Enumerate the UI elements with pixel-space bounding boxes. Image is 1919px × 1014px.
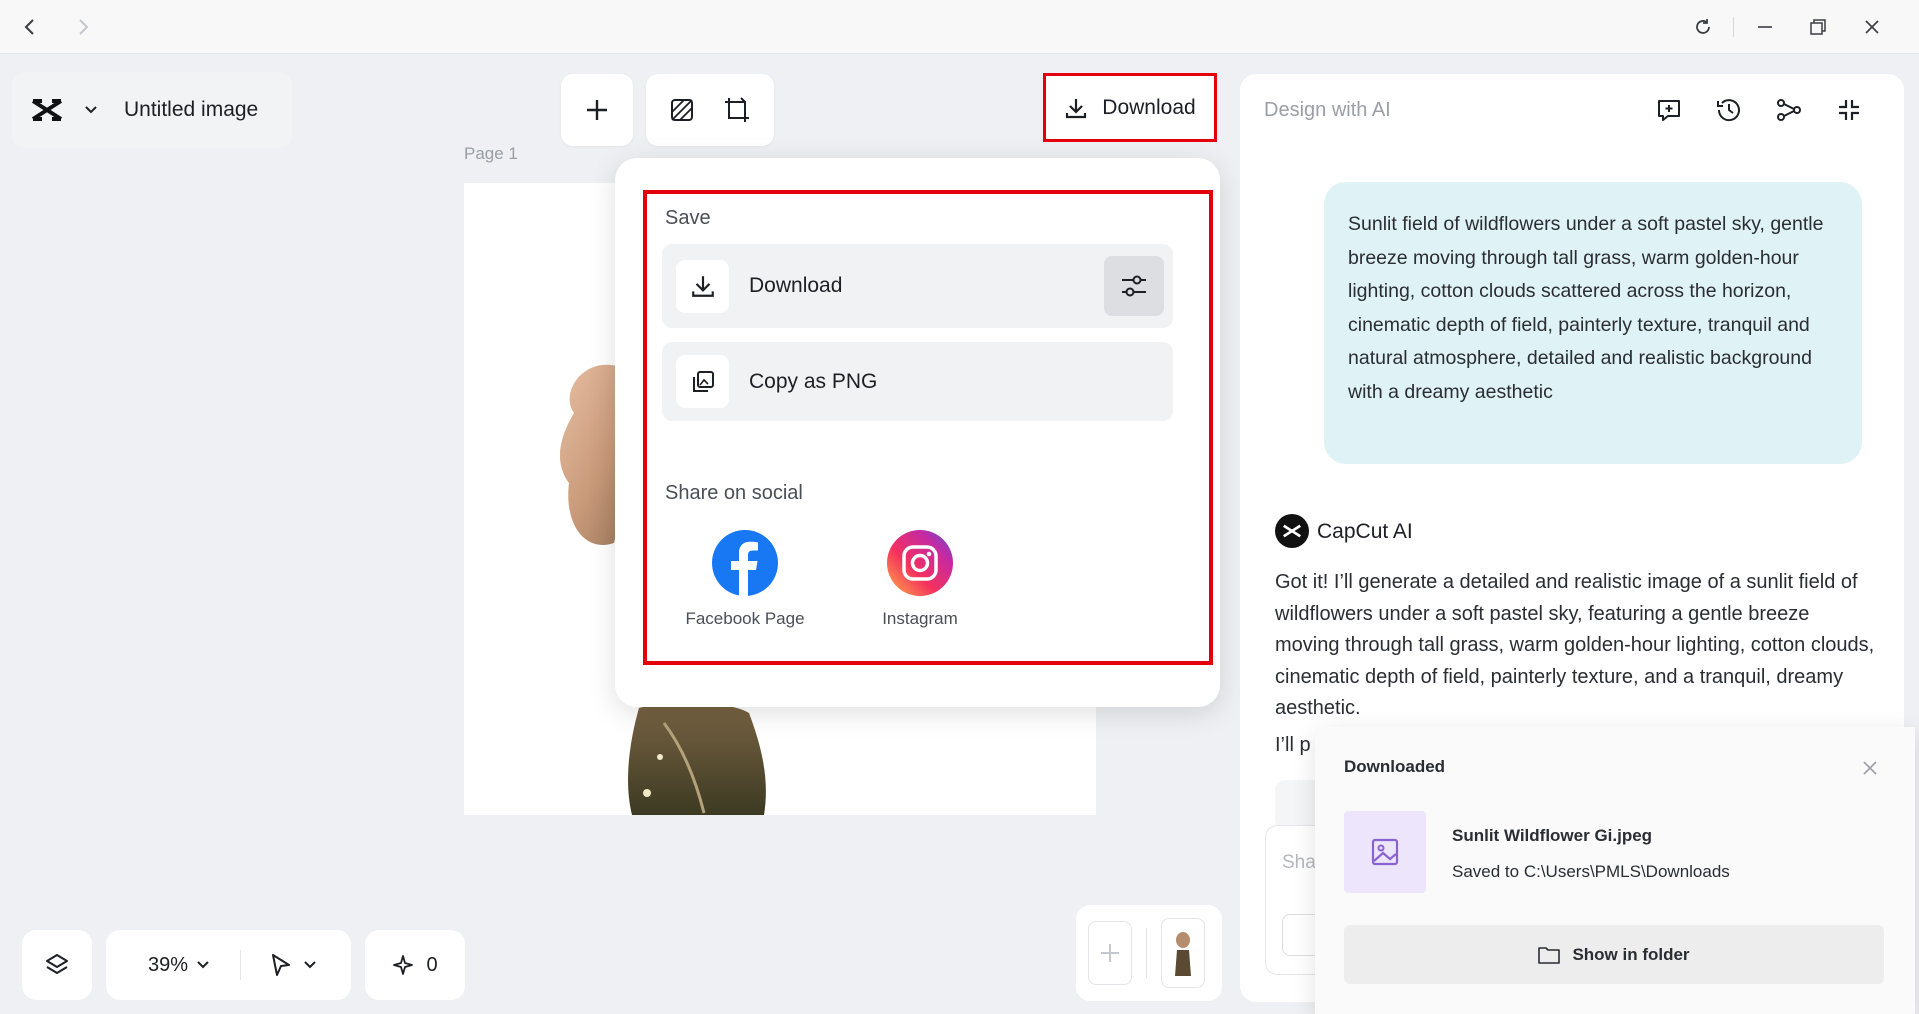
facebook-label: Facebook Page <box>685 609 805 628</box>
file-name[interactable]: Sunlit Wildflower Gi.jpeg <box>1452 826 1652 846</box>
add-element-button[interactable] <box>561 74 633 146</box>
credits-count: 0 <box>426 953 438 976</box>
app-header: Untitled image <box>12 72 292 148</box>
ai-response: Got it! I’ll generate a detailed and rea… <box>1275 571 1875 719</box>
attachment-card <box>1275 780 1315 830</box>
add-page-button[interactable] <box>1088 921 1132 985</box>
history-icon[interactable] <box>1711 92 1747 128</box>
copy-image-icon <box>676 355 729 408</box>
share-section-label: Share on social <box>665 482 803 504</box>
new-chat-icon[interactable] <box>1651 92 1687 128</box>
file-image-icon <box>1344 811 1426 893</box>
ai-name: CapCut AI <box>1317 520 1413 543</box>
chevron-down-icon[interactable] <box>84 105 98 115</box>
instagram-label: Instagram <box>882 609 958 628</box>
thumbnail-divider <box>1146 928 1147 978</box>
download-option[interactable]: Download <box>662 244 1173 328</box>
zoom-dropdown[interactable]: 39% <box>148 954 210 977</box>
instagram-icon <box>887 530 953 596</box>
back-icon[interactable] <box>15 12 45 42</box>
ai-panel-title: Design with AI <box>1264 99 1391 121</box>
restore-icon[interactable] <box>1803 12 1833 42</box>
workflow-icon[interactable] <box>1771 92 1807 128</box>
zoom-controls: 39% <box>106 930 351 1000</box>
close-icon[interactable] <box>1857 12 1887 42</box>
chat-input-placeholder: Sha <box>1282 852 1316 873</box>
window-titlebar <box>0 0 1919 54</box>
download-icon <box>1066 98 1087 118</box>
capcut-logo-icon[interactable] <box>30 97 64 123</box>
page-thumbnails <box>1076 905 1222 1001</box>
layers-icon <box>46 954 68 974</box>
folder-icon <box>1538 946 1561 964</box>
page-label: Page 1 <box>464 144 518 163</box>
show-in-folder-label: Show in folder <box>1572 944 1690 964</box>
titlebar-divider <box>1733 17 1734 37</box>
chevron-down-icon <box>304 961 316 969</box>
page-thumbnail[interactable] <box>1161 918 1205 988</box>
capcut-ai-avatar <box>1275 514 1309 548</box>
background-pattern-icon[interactable] <box>670 98 694 122</box>
plus-icon <box>587 100 607 120</box>
canvas-tools <box>646 74 774 146</box>
download-button-label: Download <box>1102 95 1196 119</box>
file-path: Saved to C:\Users\PMLS\Downloads <box>1452 862 1730 881</box>
plus-icon <box>1101 944 1119 962</box>
pointer-icon <box>272 954 291 976</box>
settings-sliders-icon[interactable] <box>1104 256 1164 316</box>
layers-button[interactable] <box>22 930 92 1000</box>
close-notification-icon[interactable] <box>1862 760 1878 776</box>
copy-as-png-option[interactable]: Copy as PNG <box>662 342 1173 421</box>
facebook-share-button[interactable]: Facebook Page <box>680 530 810 630</box>
ai-response-continued: I’ll p <box>1275 734 1311 756</box>
forward-icon[interactable] <box>68 12 98 42</box>
download-icon <box>676 259 729 313</box>
bottombar-divider <box>240 950 242 980</box>
pointer-tool-dropdown[interactable] <box>269 952 317 978</box>
save-section-label: Save <box>665 207 711 229</box>
download-button[interactable]: Download <box>1043 73 1217 142</box>
resize-icon[interactable] <box>724 97 750 123</box>
notification-heading: Downloaded <box>1344 757 1446 776</box>
user-prompt-bubble: Sunlit field of wildflowers under a soft… <box>1324 182 1862 464</box>
document-title[interactable]: Untitled image <box>124 98 258 122</box>
instagram-share-button[interactable]: Instagram <box>855 530 985 630</box>
refresh-icon[interactable] <box>1688 12 1718 42</box>
ai-credits-button[interactable]: 0 <box>365 930 465 1000</box>
minimize-icon[interactable] <box>1750 12 1780 42</box>
sparkle-icon <box>393 955 414 975</box>
zoom-level: 39% <box>148 953 189 976</box>
show-in-folder-button[interactable]: Show in folder <box>1344 925 1884 984</box>
download-option-label: Download <box>749 274 843 297</box>
facebook-icon <box>712 530 778 596</box>
copy-option-label: Copy as PNG <box>749 369 878 393</box>
collapse-icon[interactable] <box>1831 92 1867 128</box>
chevron-down-icon <box>197 961 209 969</box>
